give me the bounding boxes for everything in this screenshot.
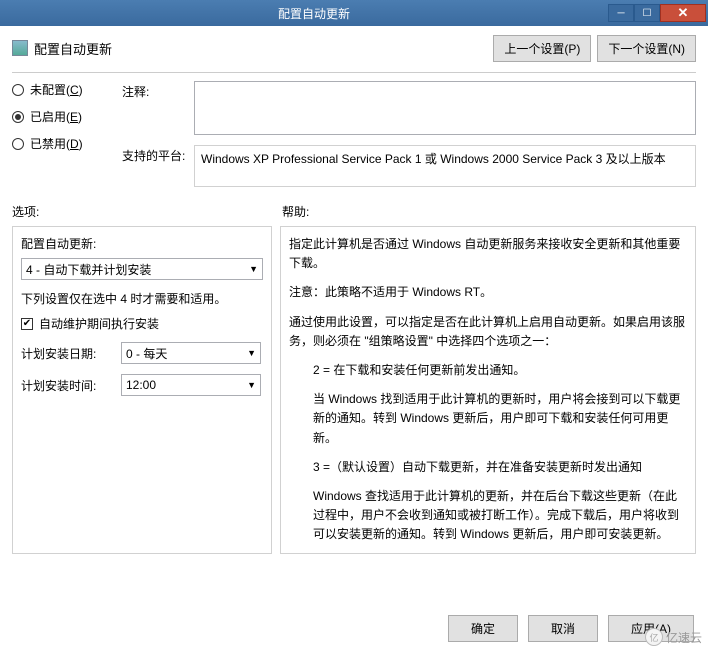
apply-button[interactable]: 应用(A) [608, 615, 694, 642]
install-day-select[interactable]: 0 - 每天▼ [121, 342, 261, 364]
config-update-label: 配置自动更新: [21, 235, 263, 252]
help-label: 帮助: [282, 203, 309, 220]
platform-label: 支持的平台: [122, 145, 194, 164]
options-note: 下列设置仅在选中 4 时才需要和适用。 [21, 290, 263, 307]
install-time-select[interactable]: 12:00▼ [121, 374, 261, 396]
next-setting-button[interactable]: 下一个设置(N) [597, 35, 696, 62]
page-title: 配置自动更新 [34, 39, 487, 58]
window-title: 配置自动更新 [20, 5, 608, 22]
prev-setting-button[interactable]: 上一个设置(P) [493, 35, 591, 62]
minimize-button[interactable]: ─ [608, 4, 634, 22]
config-update-select[interactable]: 4 - 自动下载并计划安装▼ [21, 258, 263, 280]
chevron-down-icon: ▼ [249, 264, 258, 274]
maximize-button[interactable]: ☐ [634, 4, 660, 22]
help-text: 3 =（默认设置）自动下载更新，并在准备安装更新时发出通知 [289, 458, 687, 477]
install-day-label: 计划安装日期: [21, 345, 121, 362]
radio-disabled[interactable]: 已禁用(D) [12, 135, 122, 152]
divider [12, 72, 696, 73]
help-text: Windows 查找适用于此计算机的更新，并在后台下载这些更新（在此过程中，用户… [289, 487, 687, 545]
cancel-button[interactable]: 取消 [528, 615, 598, 642]
chevron-down-icon: ▼ [247, 348, 256, 358]
chevron-down-icon: ▼ [247, 380, 256, 390]
ok-button[interactable]: 确定 [448, 615, 518, 642]
help-text: 注意：此策略不适用于 Windows RT。 [289, 283, 687, 302]
radio-enabled[interactable]: 已启用(E) [12, 108, 122, 125]
help-panel[interactable]: 指定此计算机是否通过 Windows 自动更新服务来接收安全更新和其他重要下载。… [280, 226, 696, 554]
install-time-label: 计划安装时间: [21, 377, 121, 394]
close-button[interactable]: ✕ [660, 4, 706, 22]
titlebar: 配置自动更新 ─ ☐ ✕ [0, 0, 708, 26]
help-text: 当 Windows 找到适用于此计算机的更新时，用户将会接到可以下载更新的通知。… [289, 390, 687, 448]
help-text: 通过使用此设置，可以指定是否在此计算机上启用自动更新。如果启用该服务，则必须在 … [289, 313, 687, 351]
options-panel: 配置自动更新: 4 - 自动下载并计划安装▼ 下列设置仅在选中 4 时才需要和适… [12, 226, 272, 554]
comment-textarea[interactable] [194, 81, 696, 135]
radio-unconfigured[interactable]: 未配置(C) [12, 81, 122, 98]
platform-text: Windows XP Professional Service Pack 1 或… [194, 145, 696, 187]
comment-label: 注释: [122, 81, 194, 100]
auto-maintenance-checkbox[interactable]: ✔自动维护期间执行安装 [21, 315, 263, 332]
options-label: 选项: [12, 203, 282, 220]
help-text: 2 = 在下载和安装任何更新前发出通知。 [289, 361, 687, 380]
help-text: 指定此计算机是否通过 Windows 自动更新服务来接收安全更新和其他重要下载。 [289, 235, 687, 273]
page-icon [12, 40, 28, 56]
